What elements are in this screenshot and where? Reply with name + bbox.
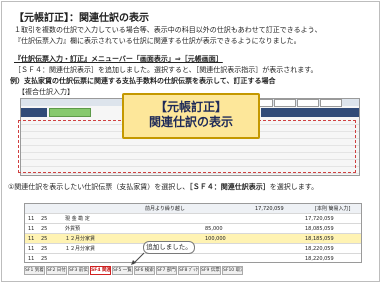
fkey-button[interactable]: SF1 到着通知 xyxy=(24,266,45,275)
pointer-arrow-icon xyxy=(131,252,145,265)
callout-box: 【元帳訂正】 関連仕訳の表示 xyxy=(122,93,260,139)
step-1-prefix: ①関連仕訳を表示したい仕訳伝票（支払家賃）を選択し、 xyxy=(8,183,190,191)
callout-line-2: 関連仕訳の表示 xyxy=(148,115,233,129)
table-row[interactable]: 11 25 外貨預 85,000 18,085,059 xyxy=(25,224,361,234)
tab[interactable] xyxy=(274,99,296,107)
row-amount: 100,000 xyxy=(205,236,226,242)
step-1: ①関連仕訳を表示したい仕訳伝票（支払家賃）を選択し、［ＳＦ４：関連仕訳表示］を選… xyxy=(8,183,318,191)
row-balance: 17,720,059 xyxy=(305,216,334,222)
row-date: 11 xyxy=(28,246,35,252)
menu-path: 『仕訳伝票入力・訂正』メニューバー「画面表示」⇒［元帳画面］ xyxy=(14,55,223,63)
ledger-screenshot: 前月より繰り越し 17,720,059 [本則 簡易入力] 11 25 現 金 … xyxy=(24,203,362,263)
row-balance: 18,220,059 xyxy=(305,246,334,252)
fkey-button[interactable]: SF3 前伝票指定 xyxy=(68,266,89,275)
intro-line-1: １取引を複数の仕訳で入力している場合等、表示中の科目以外の仕訳もあわせて訂正でき… xyxy=(14,26,322,34)
row-date: 11 xyxy=(28,226,35,232)
intro-line-2: 『仕訳伝票入力』欄に表示されている仕訳に関連する仕訳が表示できるようになりました… xyxy=(14,37,301,45)
page-title: 【元帳訂正】：関連仕訳の表示 xyxy=(14,13,149,24)
screenshot-dark-cell xyxy=(261,108,359,117)
composite-label: 【複合仕訳入力】 xyxy=(18,88,74,96)
ledger-header-row: 前月より繰り越し 17,720,059 [本則 簡易入力] xyxy=(25,204,361,214)
row-month: 25 xyxy=(41,216,48,222)
screenshot-dark-cell xyxy=(21,108,47,117)
row-month: 25 xyxy=(41,226,48,232)
fkey-button[interactable]: SF7 部門別表示 xyxy=(156,266,177,275)
callout-line-1: 【元帳訂正】 xyxy=(154,100,227,114)
added-note-bubble: 追加しました。 xyxy=(143,241,195,254)
row-desc: 現 金 勘 定 xyxy=(65,216,90,222)
row-amount: 85,000 xyxy=(205,226,223,232)
tab[interactable] xyxy=(297,99,319,107)
row-month: 25 xyxy=(41,236,48,242)
ledger-header-amount: 17,720,059 xyxy=(255,206,284,212)
fkey-button[interactable]: SF5 一覧表示 xyxy=(112,266,133,275)
screenshot-date-field[interactable] xyxy=(49,108,91,117)
ledger-label: [本則 簡易入力] xyxy=(315,206,351,212)
row-desc: 外貨預 xyxy=(65,226,81,232)
fkey-button[interactable]: SF10 取消 xyxy=(222,266,243,275)
row-balance: 18,185,059 xyxy=(305,236,334,242)
table-row[interactable]: 11 25 現 金 勘 定 17,720,059 xyxy=(25,214,361,224)
screenshot-tabs xyxy=(251,99,342,107)
row-date: 11 xyxy=(28,256,35,262)
row-date: 11 xyxy=(28,236,35,242)
row-month: 25 xyxy=(41,246,48,252)
row-balance: 18,220,059 xyxy=(305,256,334,262)
function-key-bar: SF1 到着通知 SF2 日付入力 SF3 前伝票指定 SF4 関連仕訳 SF5… xyxy=(24,266,243,275)
step-1-suffix: を選択します。 xyxy=(269,183,319,191)
row-month: 25 xyxy=(41,256,48,262)
step-1-key: ［ＳＦ４：関連仕訳表示］ xyxy=(189,183,270,191)
row-date: 11 xyxy=(28,216,35,222)
fkey-button[interactable]: SF2 日付入力 xyxy=(46,266,67,275)
row-balance: 18,085,059 xyxy=(305,226,334,232)
tab[interactable] xyxy=(320,99,342,107)
row-desc: １２月分家賃 xyxy=(65,236,96,242)
fkey-button[interactable]: SF9 伝票訂正 xyxy=(200,266,221,275)
fkey-button[interactable]: SF6 検索指定 xyxy=(134,266,155,275)
fkey-sf4-related-entries-button[interactable]: SF4 関連仕訳 xyxy=(90,266,111,275)
ledger-header-text: 前月より繰り越し xyxy=(145,206,185,212)
row-desc: １２月分家賃 xyxy=(65,246,96,252)
table-row[interactable]: 11 25 18,220,059 xyxy=(25,254,361,262)
fkey-button[interactable]: SF8 ﾌﾞｯｸ入力 xyxy=(178,266,199,275)
example-text: 例）支払家賃の仕訳伝票に関連する支払手数料の仕訳伝票を表示して、訂正する場合 xyxy=(10,77,276,85)
sf4-note: ［ＳＦ４：関連仕訳表示］を追加しました。選択すると、［関連仕訳表示指示］が表示さ… xyxy=(14,66,318,74)
